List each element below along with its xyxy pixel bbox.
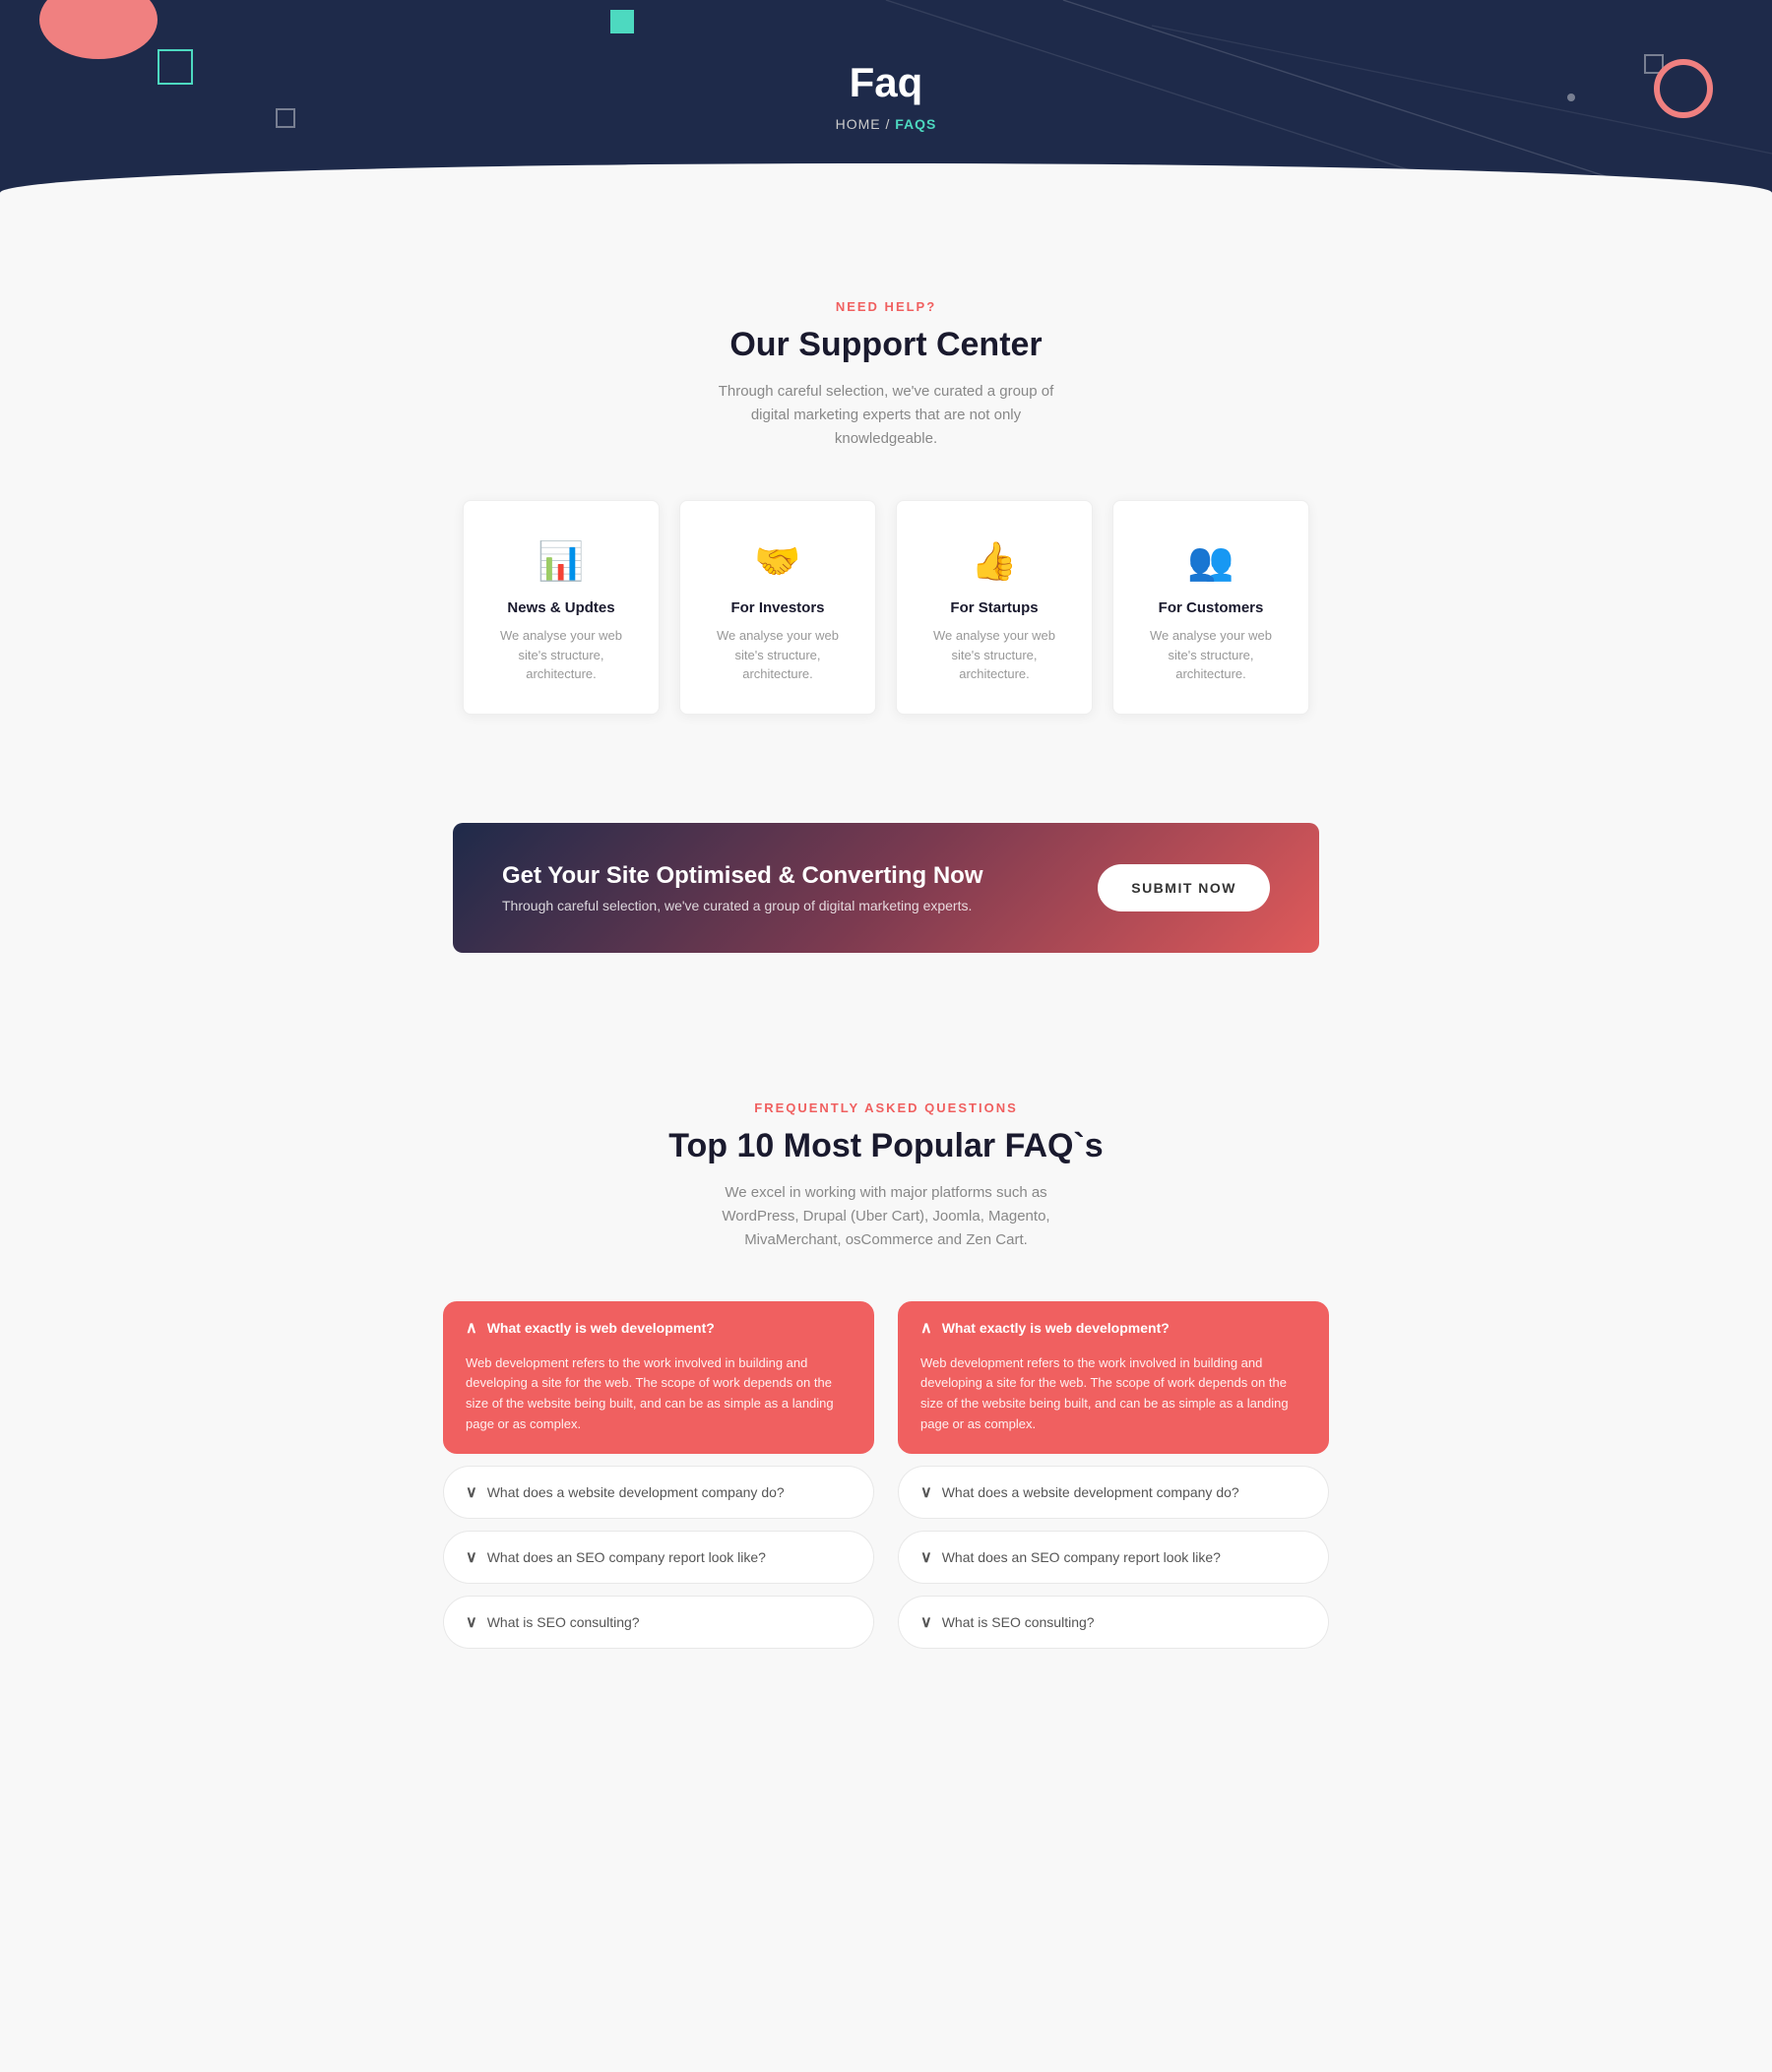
faq-question-0-1: What does a website development company …	[487, 1484, 785, 1500]
card-desc-3: We analyse your web site's structure, ar…	[1137, 626, 1285, 684]
card-title-2: For Startups	[920, 599, 1068, 616]
card-title-3: For Customers	[1137, 599, 1285, 616]
faq-header-0-3[interactable]: ∨ What is SEO consulting?	[444, 1597, 873, 1648]
faq-header-1-3[interactable]: ∨ What is SEO consulting?	[899, 1597, 1328, 1648]
faq-toggle-icon-0-2: ∨	[466, 1547, 477, 1567]
faq-description: We excel in working with major platforms…	[699, 1181, 1073, 1252]
faq-answer-0-0: Web development refers to the work invol…	[444, 1353, 873, 1453]
faq-header-1-0[interactable]: ∧ What exactly is web development?	[899, 1302, 1328, 1353]
hero-section: Faq HOME / FAQS	[0, 0, 1772, 230]
card-icon-2: 👍	[920, 540, 1068, 584]
faq-question-1-3: What is SEO consulting?	[942, 1614, 1095, 1630]
deco-dot	[1567, 94, 1575, 101]
faq-item-1-0[interactable]: ∧ What exactly is web development? Web d…	[898, 1301, 1329, 1454]
faq-section: FREQUENTLY ASKED QUESTIONS Top 10 Most P…	[0, 1032, 1772, 1727]
faq-header-0-2[interactable]: ∨ What does an SEO company report look l…	[444, 1532, 873, 1583]
deco-square-3	[276, 108, 295, 128]
faq-header-0-1[interactable]: ∨ What does a website development compan…	[444, 1467, 873, 1518]
hero-title: Faq	[20, 59, 1752, 106]
faq-item-0-1[interactable]: ∨ What does a website development compan…	[443, 1466, 874, 1519]
card-icon-1: 🤝	[704, 540, 852, 584]
faq-question-0-2: What does an SEO company report look lik…	[487, 1549, 766, 1565]
faq-question-1-1: What does a website development company …	[942, 1484, 1239, 1500]
card-title-0: News & Updtes	[487, 599, 635, 616]
card-title-1: For Investors	[704, 599, 852, 616]
faq-toggle-icon-1-2: ∨	[920, 1547, 932, 1567]
support-title: Our Support Center	[20, 326, 1752, 364]
faq-toggle-icon-1-1: ∨	[920, 1482, 932, 1502]
faq-item-0-3[interactable]: ∨ What is SEO consulting?	[443, 1596, 874, 1649]
cta-description: Through careful selection, we've curated…	[502, 898, 983, 913]
card-desc-2: We analyse your web site's structure, ar…	[920, 626, 1068, 684]
faq-col-1: ∧ What exactly is web development? Web d…	[898, 1301, 1329, 1649]
cta-banner: Get Your Site Optimised & Converting Now…	[453, 823, 1319, 953]
deco-square-2	[610, 10, 634, 33]
faq-item-0-0[interactable]: ∧ What exactly is web development? Web d…	[443, 1301, 874, 1454]
faq-question-1-0: What exactly is web development?	[942, 1320, 1170, 1336]
faq-col-0: ∧ What exactly is web development? Web d…	[443, 1301, 874, 1649]
faq-toggle-icon-1-0: ∧	[920, 1318, 932, 1338]
submit-now-button[interactable]: SUBMIT NOW	[1098, 864, 1270, 911]
cta-title: Get Your Site Optimised & Converting Now	[502, 862, 983, 890]
faq-toggle-icon-1-3: ∨	[920, 1612, 932, 1632]
faq-title: Top 10 Most Popular FAQ`s	[20, 1127, 1752, 1165]
faq-header-0-0[interactable]: ∧ What exactly is web development?	[444, 1302, 873, 1353]
card-icon-0: 📊	[487, 540, 635, 584]
deco-lines	[0, 0, 1772, 230]
deco-blob	[39, 0, 158, 59]
faq-item-1-2[interactable]: ∨ What does an SEO company report look l…	[898, 1531, 1329, 1584]
breadcrumb-home[interactable]: HOME	[836, 116, 881, 132]
faq-header-1-1[interactable]: ∨ What does a website development compan…	[899, 1467, 1328, 1518]
faq-item-1-3[interactable]: ∨ What is SEO consulting?	[898, 1596, 1329, 1649]
support-section: NEED HELP? Our Support Center Through ca…	[0, 230, 1772, 764]
cta-text: Get Your Site Optimised & Converting Now…	[502, 862, 983, 913]
faq-columns: ∧ What exactly is web development? Web d…	[443, 1301, 1329, 1649]
faq-question-1-2: What does an SEO company report look lik…	[942, 1549, 1221, 1565]
faq-question-0-3: What is SEO consulting?	[487, 1614, 640, 1630]
support-card-3: 👥 For Customers We analyse your web site…	[1112, 500, 1309, 715]
support-tag: NEED HELP?	[20, 299, 1752, 314]
faq-question-0-0: What exactly is web development?	[487, 1320, 715, 1336]
faq-item-0-2[interactable]: ∨ What does an SEO company report look l…	[443, 1531, 874, 1584]
deco-circle	[1654, 59, 1713, 118]
faq-toggle-icon-0-0: ∧	[466, 1318, 477, 1338]
support-card-2: 👍 For Startups We analyse your web site'…	[896, 500, 1093, 715]
faq-header-1-2[interactable]: ∨ What does an SEO company report look l…	[899, 1532, 1328, 1583]
breadcrumb-separator: /	[885, 116, 895, 132]
card-icon-3: 👥	[1137, 540, 1285, 584]
faq-answer-1-0: Web development refers to the work invol…	[899, 1353, 1328, 1453]
faq-toggle-icon-0-1: ∨	[466, 1482, 477, 1502]
support-card-1: 🤝 For Investors We analyse your web site…	[679, 500, 876, 715]
faq-tag: FREQUENTLY ASKED QUESTIONS	[20, 1100, 1752, 1115]
card-desc-1: We analyse your web site's structure, ar…	[704, 626, 852, 684]
faq-item-1-1[interactable]: ∨ What does a website development compan…	[898, 1466, 1329, 1519]
breadcrumb-current: FAQS	[895, 116, 936, 132]
cards-container: 📊 News & Updtes We analyse your web site…	[443, 500, 1329, 715]
support-description: Through careful selection, we've curated…	[699, 380, 1073, 451]
faq-toggle-icon-0-3: ∨	[466, 1612, 477, 1632]
support-card-0: 📊 News & Updtes We analyse your web site…	[463, 500, 660, 715]
deco-square-1	[158, 49, 193, 85]
card-desc-0: We analyse your web site's structure, ar…	[487, 626, 635, 684]
